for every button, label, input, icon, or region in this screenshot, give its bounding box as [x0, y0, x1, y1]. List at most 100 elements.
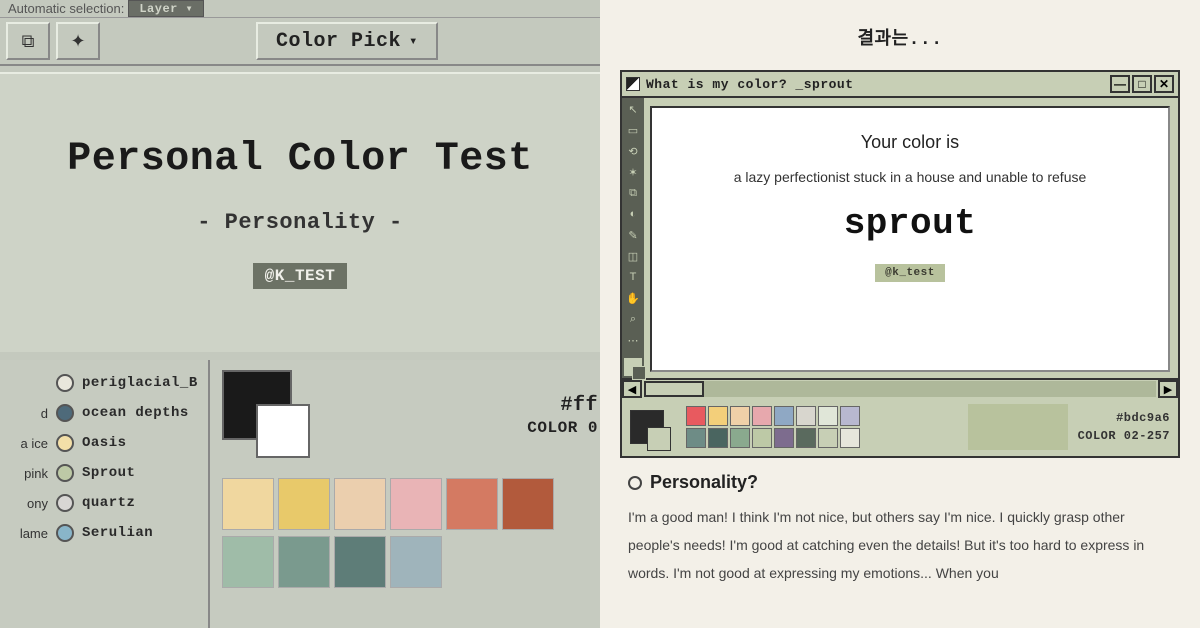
right-panel: 결과는... What is my color? _sprout — □ ✕ ↖…: [600, 0, 1200, 628]
swatch-row: [222, 478, 600, 530]
page-subtitle: - Personality -: [197, 210, 403, 235]
personality-section: Personality? I'm a good man! I think I'm…: [620, 472, 1180, 587]
more-icon[interactable]: ⋯: [624, 331, 642, 349]
swatch[interactable]: [390, 536, 442, 588]
swatch[interactable]: [502, 478, 554, 530]
personality-heading: Personality?: [628, 472, 1172, 493]
scroll-right-button[interactable]: ▶: [1158, 380, 1178, 398]
swatch[interactable]: [222, 478, 274, 530]
color-pick-label: Color Pick: [276, 30, 401, 53]
hex-value: #bdc9a6: [1078, 409, 1170, 427]
swatch-panel: #ff COLOR 0: [210, 360, 600, 628]
move-icon[interactable]: ↖: [624, 100, 642, 118]
swatch[interactable]: [840, 428, 860, 448]
close-button[interactable]: ✕: [1154, 75, 1174, 93]
swatch[interactable]: [818, 428, 838, 448]
tool-column: ↖ ▭ ⟲ ✶ ⧉ ◐ ✎ ◫ T ✋ ⌕ ⋯: [622, 98, 644, 378]
swatch[interactable]: [708, 428, 728, 448]
swatch[interactable]: [840, 406, 860, 426]
swatch-circle: [56, 404, 74, 422]
layer-dropdown[interactable]: Layer ▾: [128, 0, 204, 17]
window-titlebar[interactable]: What is my color? _sprout — □ ✕: [622, 72, 1178, 98]
color-name-list: periglacial_B d ocean depths a ice Oasis…: [0, 360, 210, 628]
list-item[interactable]: a ice Oasis: [4, 428, 204, 458]
color-code: COLOR 0: [527, 419, 598, 437]
window-icon: [626, 77, 640, 91]
swatch-circle: [56, 434, 74, 452]
arrow-left-icon: ◀: [628, 383, 636, 396]
palette-bar: #bdc9a6 COLOR 02-257: [622, 398, 1178, 456]
zoom-icon[interactable]: ⌕: [624, 310, 642, 328]
result-window: What is my color? _sprout — □ ✕ ↖ ▭ ⟲ ✶ …: [620, 70, 1180, 458]
swatch[interactable]: [278, 478, 330, 530]
swatch[interactable]: [730, 428, 750, 448]
hex-info: #ff COLOR 0: [527, 394, 598, 437]
wand-icon[interactable]: ✶: [624, 163, 642, 181]
swatch[interactable]: [774, 406, 794, 426]
title-canvas: Personal Color Test - Personality - @K_T…: [0, 72, 600, 352]
lasso-icon[interactable]: ⟲: [624, 142, 642, 160]
swatch[interactable]: [686, 428, 706, 448]
hand-icon[interactable]: ✋: [624, 289, 642, 307]
auto-selection-bar: Automatic selection: Layer ▾: [0, 0, 600, 18]
list-item[interactable]: ony quartz: [4, 488, 204, 518]
result-canvas: Your color is a lazy perfectionist stuck…: [650, 106, 1170, 372]
maximize-button[interactable]: □: [1132, 75, 1152, 93]
page-title: Personal Color Test: [67, 137, 533, 182]
crop-icon[interactable]: ⧉: [624, 184, 642, 202]
fg-bg-swatch[interactable]: [624, 358, 642, 376]
target-tool-button[interactable]: ✦: [56, 22, 100, 60]
scroll-thumb[interactable]: [644, 381, 704, 397]
swatch[interactable]: [796, 406, 816, 426]
brush-icon[interactable]: ✎: [624, 226, 642, 244]
swatch[interactable]: [446, 478, 498, 530]
list-item[interactable]: periglacial_B: [4, 368, 204, 398]
list-item[interactable]: lame Serulian: [4, 518, 204, 548]
window-controls: — □ ✕: [1110, 75, 1174, 93]
swatch[interactable]: [390, 478, 442, 530]
author-tag: @K_TEST: [253, 263, 348, 289]
list-item[interactable]: d ocean depths: [4, 398, 204, 428]
maximize-icon: □: [1138, 77, 1145, 91]
palette-info: #bdc9a6 COLOR 02-257: [1078, 409, 1170, 445]
minimize-icon: —: [1114, 77, 1126, 91]
scroll-left-button[interactable]: ◀: [622, 380, 642, 398]
swatch[interactable]: [222, 536, 274, 588]
arrow-right-icon: ▶: [1164, 383, 1172, 396]
your-color-label: Your color is: [861, 132, 959, 153]
swatch[interactable]: [796, 428, 816, 448]
eraser-icon[interactable]: ◫: [624, 247, 642, 265]
swatch[interactable]: [278, 536, 330, 588]
crop-tool-button[interactable]: ⧉: [6, 22, 50, 60]
crop-icon: ⧉: [22, 31, 35, 52]
scroll-track[interactable]: [644, 381, 1156, 397]
swatch[interactable]: [730, 406, 750, 426]
swatch[interactable]: [334, 478, 386, 530]
swatch[interactable]: [752, 406, 772, 426]
hex-value: #ff: [527, 394, 598, 417]
swatch-row: [222, 536, 600, 588]
marquee-icon[interactable]: ▭: [624, 121, 642, 139]
horizontal-scrollbar[interactable]: ◀ ▶: [622, 378, 1178, 398]
window-title: What is my color? _sprout: [646, 77, 1110, 92]
swatch[interactable]: [686, 406, 706, 426]
crosshair-icon: ✦: [70, 31, 85, 52]
swatch[interactable]: [818, 406, 838, 426]
swatch[interactable]: [334, 536, 386, 588]
mini-fg-bg-swatch[interactable]: [630, 410, 664, 444]
minimize-button[interactable]: —: [1110, 75, 1130, 93]
color-description: a lazy perfectionist stuck in a house an…: [734, 169, 1087, 185]
swatch[interactable]: [774, 428, 794, 448]
foreground-background-swatch[interactable]: [222, 370, 292, 440]
color-name: sprout: [844, 203, 977, 244]
bullet-icon: [628, 476, 642, 490]
text-icon[interactable]: T: [624, 268, 642, 286]
list-item[interactable]: pink Sprout: [4, 458, 204, 488]
swatch-circle: [56, 374, 74, 392]
toolbar: ⧉ ✦ Color Pick ▾: [0, 18, 600, 66]
swatch[interactable]: [708, 406, 728, 426]
swatch[interactable]: [752, 428, 772, 448]
eyedropper-icon[interactable]: ◐: [624, 205, 642, 223]
color-pick-button[interactable]: Color Pick ▾: [256, 22, 438, 60]
auto-selection-label: Automatic selection:: [8, 1, 124, 16]
